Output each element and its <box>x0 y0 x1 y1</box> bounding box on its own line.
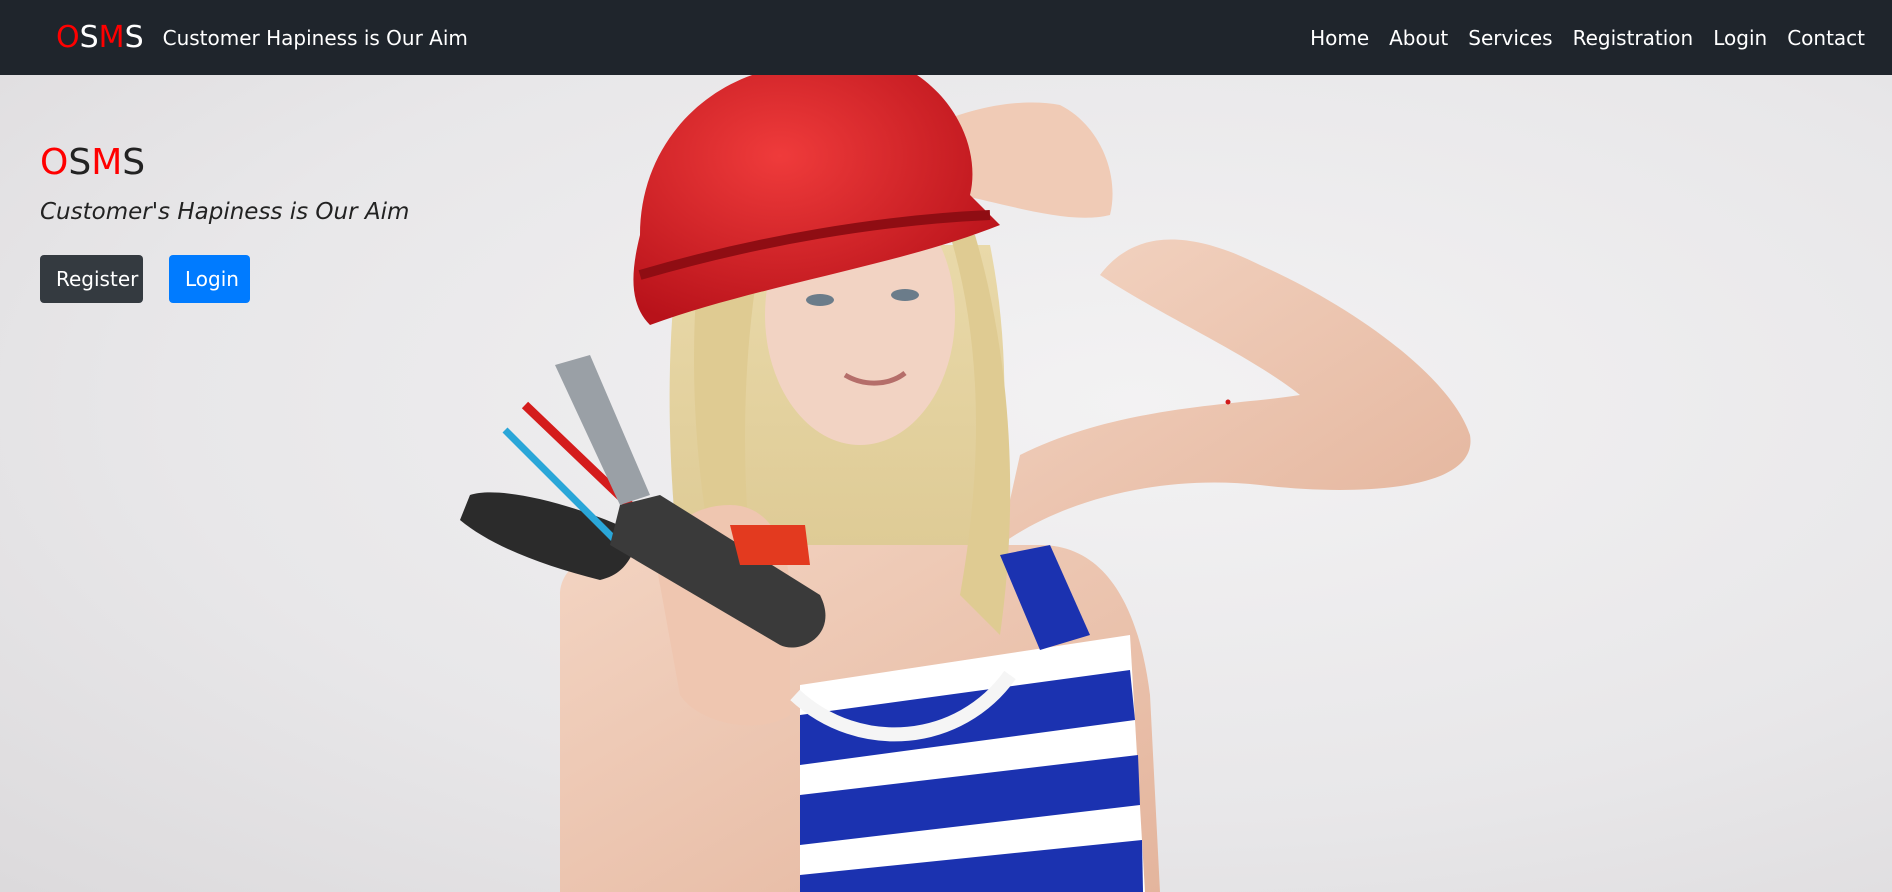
hero-title-letter-m: M <box>91 142 123 183</box>
hero-title-letter-s1: S <box>68 142 92 183</box>
navbar-tagline: Customer Hapiness is Our Aim <box>162 25 468 50</box>
hero-title-letter-s2: S <box>122 142 146 183</box>
nav-links: Home About Services Registration Login C… <box>1290 28 1865 48</box>
hero-button-row: Register Login <box>40 255 409 303</box>
nav-link-contact[interactable]: Contact <box>1787 28 1865 48</box>
hero-subtitle: Customer's Hapiness is Our Aim <box>40 199 410 225</box>
brand-letter-o: O <box>56 19 80 55</box>
navbar: OSMS Customer Hapiness is Our Aim Home A… <box>0 0 1892 75</box>
hero-section: OSMS Customer's Hapiness is Our Aim Regi… <box>0 75 1892 892</box>
brand-letter-m: M <box>98 19 125 55</box>
nav-link-login[interactable]: Login <box>1713 28 1767 48</box>
register-button[interactable]: Register <box>40 255 143 303</box>
nav-link-home[interactable]: Home <box>1310 28 1369 48</box>
hero-content: OSMS Customer's Hapiness is Our Aim Regi… <box>40 145 409 303</box>
hero-title: OSMS <box>40 145 409 181</box>
navbar-brand-group: OSMS Customer Hapiness is Our Aim <box>56 19 468 55</box>
nav-link-registration[interactable]: Registration <box>1573 28 1694 48</box>
login-button[interactable]: Login <box>169 255 250 303</box>
brand-letter-s2: S <box>124 19 144 55</box>
nav-link-services[interactable]: Services <box>1468 28 1552 48</box>
brand-logo-link[interactable]: OSMS <box>56 19 144 55</box>
nav-link-about[interactable]: About <box>1389 28 1448 48</box>
hero-title-letter-o: O <box>40 142 69 183</box>
brand-letter-s1: S <box>79 19 99 55</box>
